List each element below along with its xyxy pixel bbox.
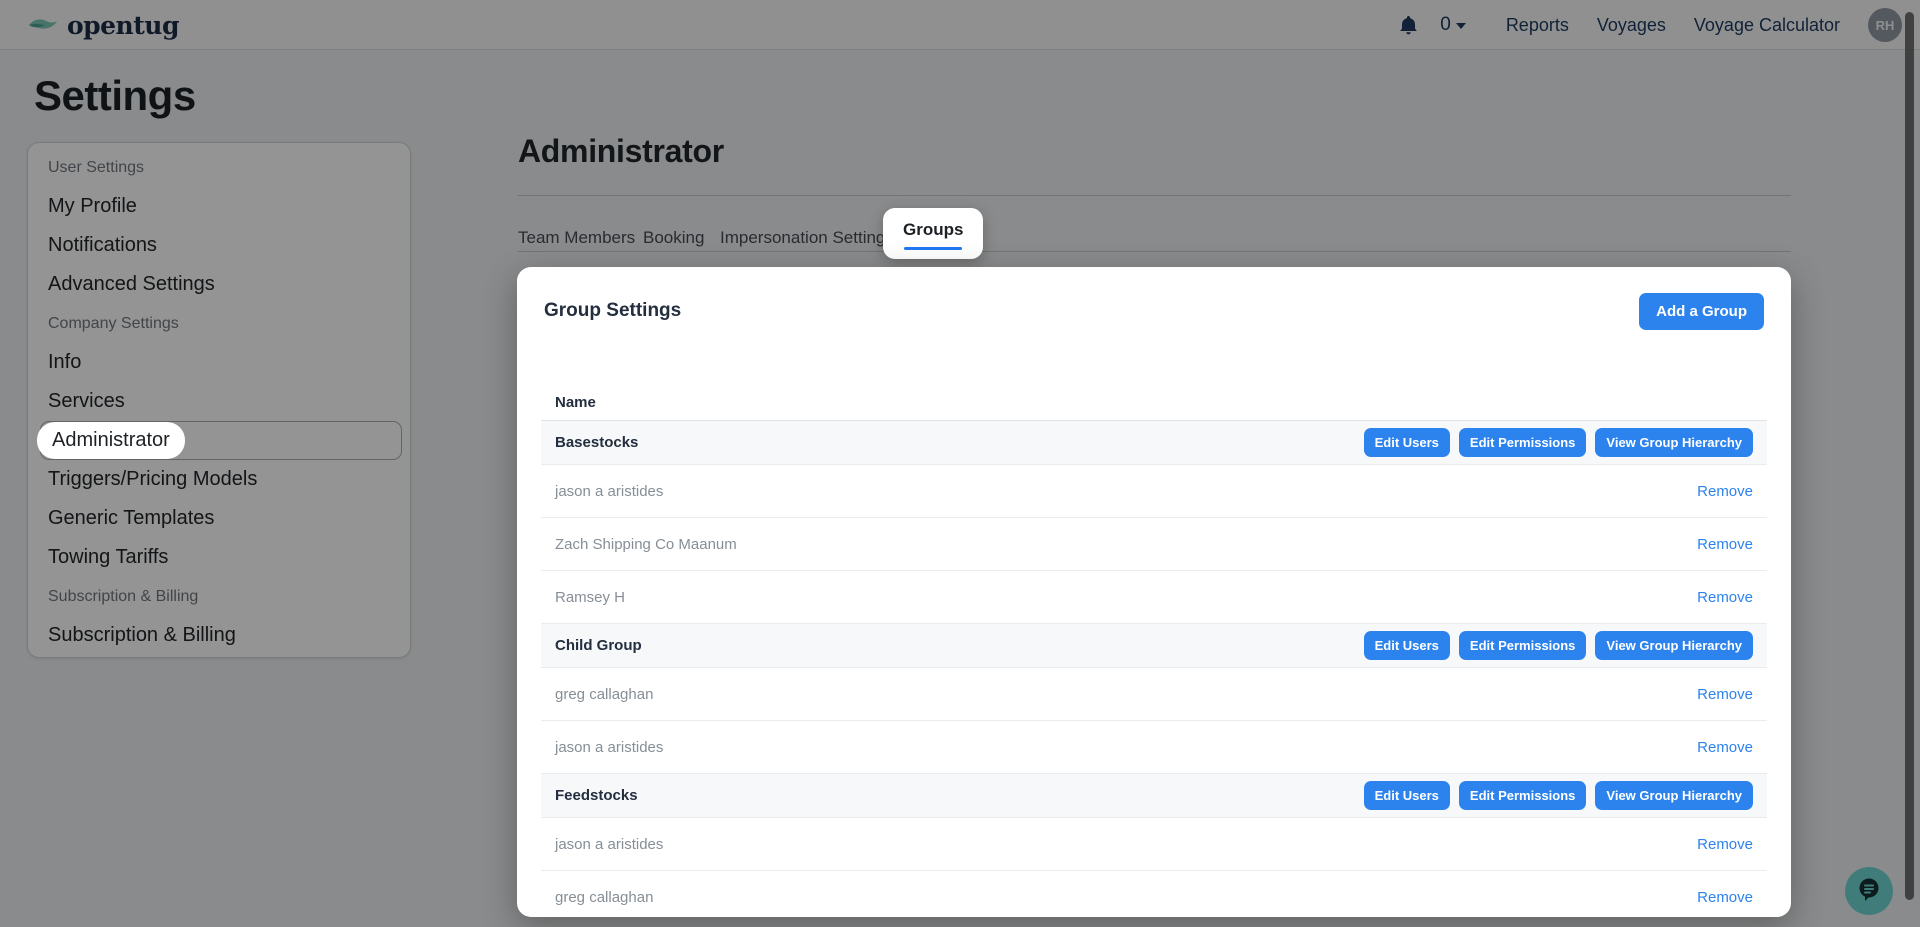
view-group-hierarchy-button[interactable]: View Group Hierarchy: [1595, 428, 1753, 457]
member-row: jason a aristides Remove: [541, 465, 1767, 518]
member-row: jason a aristides Remove: [541, 721, 1767, 774]
vertical-scrollbar-thumb[interactable]: [1905, 12, 1914, 900]
group-name: Basestocks: [555, 434, 639, 451]
remove-member-link[interactable]: Remove: [1697, 889, 1753, 906]
member-name: jason a aristides: [555, 738, 664, 756]
member-name: greg callaghan: [555, 888, 654, 906]
table-header-name: Name: [541, 385, 1767, 421]
member-row: greg callaghan Remove: [541, 668, 1767, 721]
spotlight-pill[interactable]: Administrator: [37, 422, 185, 459]
remove-member-link[interactable]: Remove: [1697, 836, 1753, 853]
active-tab-underline: [904, 247, 963, 250]
view-group-hierarchy-button[interactable]: View Group Hierarchy: [1595, 781, 1753, 810]
member-name: jason a aristides: [555, 835, 664, 853]
group-row: Feedstocks Edit Users Edit Permissions View…: [541, 774, 1767, 818]
view-group-hierarchy-button[interactable]: View Group Hierarchy: [1595, 631, 1753, 660]
member-name: Zach Shipping Co Maanum: [555, 535, 737, 553]
member-row: Zach Shipping Co Maanum Remove: [541, 518, 1767, 571]
edit-permissions-button[interactable]: Edit Permissions: [1458, 631, 1587, 660]
group-actions: Edit Users Edit Permissions View Group Hie…: [1363, 428, 1753, 457]
group-name: Child Group: [555, 637, 642, 654]
group-row: Child Group Edit Users Edit Permissions Vie…: [541, 624, 1767, 668]
member-row: jason a aristides Remove: [541, 818, 1767, 871]
member-name: jason a aristides: [555, 482, 664, 500]
remove-member-link[interactable]: Remove: [1697, 536, 1753, 553]
tab-label: Groups: [903, 220, 964, 239]
remove-member-link[interactable]: Remove: [1697, 589, 1753, 606]
group-actions: Edit Users Edit Permissions View Group Hie…: [1363, 631, 1753, 660]
group-name: Feedstocks: [555, 787, 638, 804]
remove-member-link[interactable]: Remove: [1697, 483, 1753, 500]
add-group-button[interactable]: Add a Group: [1639, 293, 1764, 330]
edit-users-button[interactable]: Edit Users: [1363, 428, 1450, 457]
member-name: Ramsey H: [555, 588, 626, 606]
group-settings-panel: Group Settings Add a Group Name Basestoc…: [517, 267, 1791, 917]
remove-member-link[interactable]: Remove: [1697, 686, 1753, 703]
group-actions: Edit Users Edit Permissions View Group Hie…: [1363, 781, 1753, 810]
edit-users-button[interactable]: Edit Users: [1363, 781, 1450, 810]
remove-member-link[interactable]: Remove: [1697, 739, 1753, 756]
edit-permissions-button[interactable]: Edit Permissions: [1458, 781, 1587, 810]
member-row: Ramsey H Remove: [541, 571, 1767, 624]
edit-users-button[interactable]: Edit Users: [1363, 631, 1450, 660]
tab-groups[interactable]: Groups: [883, 208, 984, 259]
member-row: greg callaghan Remove: [541, 871, 1767, 917]
panel-title: Group Settings: [544, 300, 682, 321]
groups-table: Name Basestocks Edit Users Edit Permission…: [541, 385, 1767, 917]
member-name: greg callaghan: [555, 685, 654, 703]
group-row: Basestocks Edit Users Edit Permissions View…: [541, 421, 1767, 465]
edit-permissions-button[interactable]: Edit Permissions: [1458, 428, 1587, 457]
